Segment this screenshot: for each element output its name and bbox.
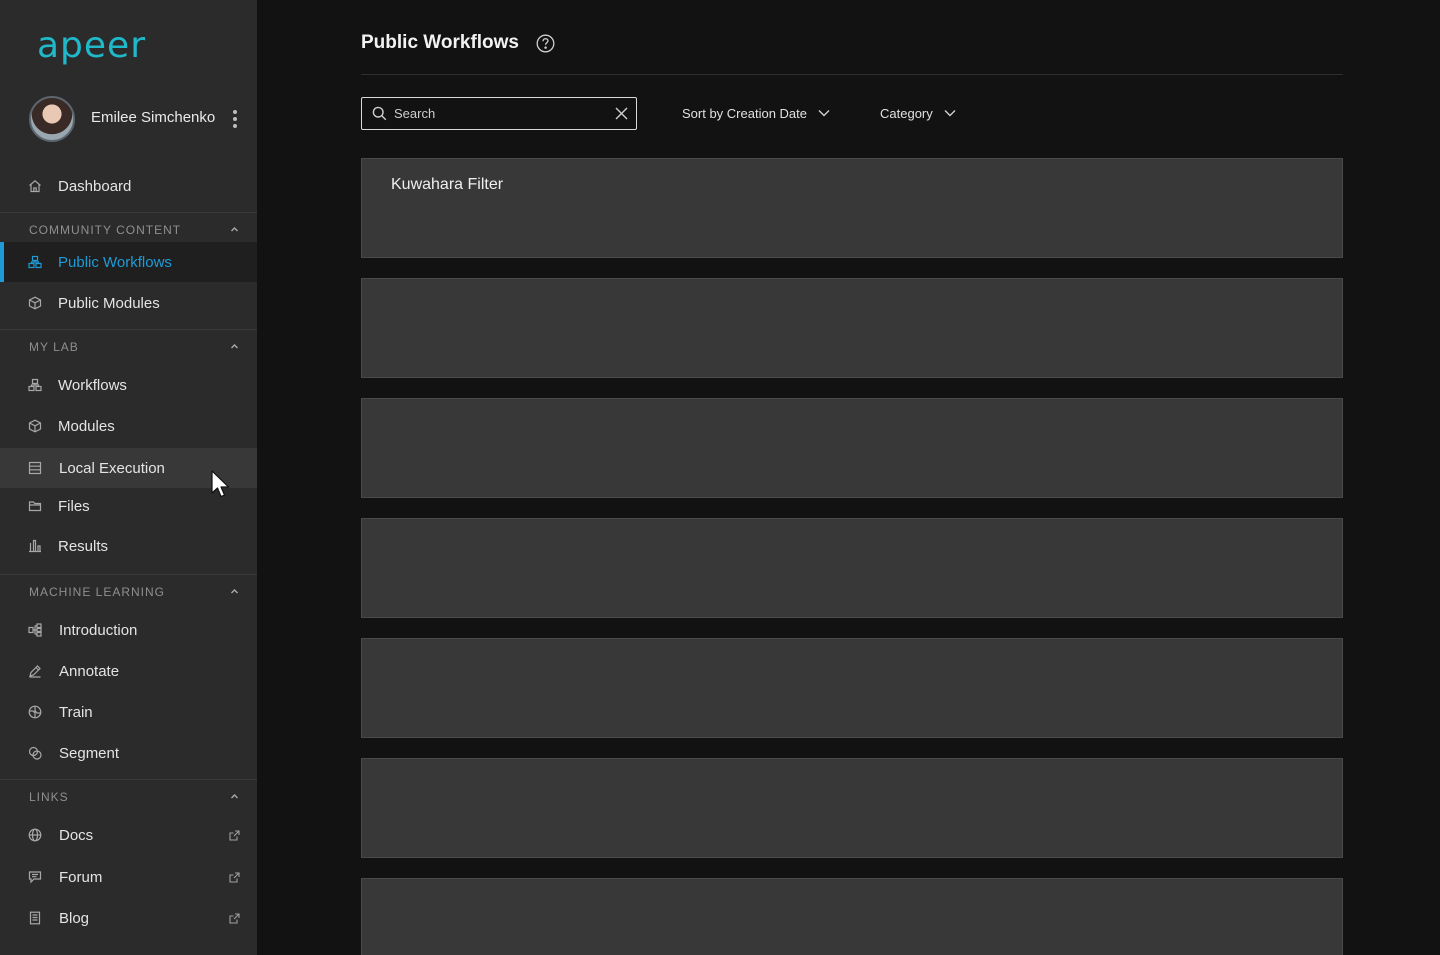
section-community-content[interactable]: COMMUNITY CONTENT bbox=[0, 212, 257, 246]
workflow-icon bbox=[28, 378, 42, 392]
sidebar-item-label: Forum bbox=[59, 868, 103, 886]
chevron-up-icon bbox=[231, 589, 238, 594]
workflow-card[interactable] bbox=[361, 518, 1343, 618]
category-dropdown-label: Category bbox=[880, 105, 933, 121]
server-icon bbox=[28, 461, 42, 475]
segment-icon bbox=[28, 746, 42, 760]
sidebar-item-dashboard[interactable]: Dashboard bbox=[0, 166, 257, 206]
chevron-up-icon bbox=[231, 227, 238, 232]
sidebar-item-annotate[interactable]: Annotate bbox=[0, 651, 257, 691]
search-input[interactable] bbox=[394, 102, 604, 125]
sidebar-item-label: Docs bbox=[59, 826, 94, 844]
section-machine-learning[interactable]: MACHINE LEARNING bbox=[0, 574, 257, 608]
title-divider bbox=[361, 74, 1343, 75]
cube-icon bbox=[28, 419, 42, 433]
section-label: MY LAB bbox=[29, 339, 79, 354]
sidebar-item-segment[interactable]: Segment bbox=[0, 733, 257, 773]
sidebar-item-label: Introduction bbox=[59, 621, 138, 639]
sidebar-item-public-workflows[interactable]: Public Workflows bbox=[0, 242, 257, 282]
sort-dropdown-label: Sort by Creation Date bbox=[682, 105, 808, 121]
close-icon[interactable] bbox=[615, 107, 628, 120]
folder-icon bbox=[28, 501, 42, 512]
sidebar-item-label: Train bbox=[59, 703, 93, 721]
help-icon[interactable] bbox=[536, 34, 555, 53]
search-box[interactable] bbox=[361, 97, 637, 130]
network-icon bbox=[28, 623, 42, 637]
category-dropdown[interactable]: Category bbox=[880, 102, 956, 124]
workflow-card[interactable] bbox=[361, 278, 1343, 378]
chevron-down-icon bbox=[818, 110, 830, 117]
sidebar-item-public-modules[interactable]: Public Modules bbox=[0, 283, 257, 323]
sidebar-item-blog[interactable]: Blog bbox=[0, 898, 257, 938]
workflow-card[interactable] bbox=[361, 398, 1343, 498]
section-my-lab[interactable]: MY LAB bbox=[0, 329, 257, 363]
sidebar-item-label: Public Workflows bbox=[58, 253, 172, 271]
section-label: MACHINE LEARNING bbox=[29, 584, 166, 599]
chat-icon bbox=[28, 871, 42, 884]
pen-icon bbox=[29, 665, 41, 678]
user-profile: Emilee Simchenko bbox=[0, 96, 257, 144]
chevron-up-icon bbox=[231, 344, 238, 349]
sidebar-item-label: Modules bbox=[58, 417, 115, 435]
workflow-icon bbox=[28, 255, 42, 269]
sidebar-item-label: Dashboard bbox=[58, 177, 132, 195]
sidebar-item-label: Workflows bbox=[58, 376, 127, 394]
avatar[interactable] bbox=[29, 96, 75, 142]
sidebar-item-forum[interactable]: Forum bbox=[0, 857, 257, 897]
main-content: Public Workflows Sort by Creation Date C… bbox=[257, 0, 1440, 955]
bar-chart-icon bbox=[29, 539, 41, 553]
workflow-card[interactable]: Kuwahara Filter bbox=[361, 158, 1343, 258]
sort-dropdown[interactable]: Sort by Creation Date bbox=[682, 102, 830, 124]
user-name: Emilee Simchenko bbox=[91, 109, 216, 126]
more-options-icon[interactable] bbox=[229, 110, 241, 130]
external-link-icon bbox=[229, 912, 240, 924]
section-label: LINKS bbox=[29, 789, 69, 804]
sidebar-item-label: Segment bbox=[59, 744, 120, 762]
workflow-card[interactable] bbox=[361, 878, 1343, 955]
cube-icon bbox=[28, 296, 42, 310]
sidebar-item-label: Results bbox=[58, 537, 109, 555]
sidebar-item-modules[interactable]: Modules bbox=[0, 406, 257, 446]
search-icon bbox=[372, 106, 387, 121]
mouse-cursor-icon bbox=[211, 470, 230, 498]
sidebar: apeer Emilee Simchenko Dashboard COMMUNI… bbox=[0, 0, 257, 955]
section-links[interactable]: LINKS bbox=[0, 779, 257, 813]
sidebar-item-label: Annotate bbox=[59, 662, 120, 680]
sidebar-item-label: Blog bbox=[59, 909, 90, 927]
workflow-card[interactable] bbox=[361, 758, 1343, 858]
home-icon bbox=[29, 180, 41, 193]
apeer-logo[interactable]: apeer bbox=[37, 26, 146, 66]
globe-icon bbox=[28, 828, 42, 842]
sidebar-item-train[interactable]: Train bbox=[0, 692, 257, 732]
external-link-icon bbox=[229, 829, 240, 841]
chevron-down-icon bbox=[944, 110, 956, 117]
sidebar-item-label: Files bbox=[58, 497, 90, 515]
sidebar-item-label: Local Execution bbox=[59, 459, 165, 477]
sidebar-item-introduction[interactable]: Introduction bbox=[0, 610, 257, 650]
sidebar-item-workflows[interactable]: Workflows bbox=[0, 365, 257, 405]
workflow-card[interactable] bbox=[361, 638, 1343, 738]
sidebar-item-label: Public Modules bbox=[58, 294, 160, 312]
document-icon bbox=[29, 911, 41, 925]
section-label: COMMUNITY CONTENT bbox=[29, 222, 182, 237]
brain-icon bbox=[28, 705, 42, 719]
page-title: Public Workflows bbox=[361, 32, 520, 53]
workflow-card-title: Kuwahara Filter bbox=[391, 176, 504, 193]
chevron-up-icon bbox=[231, 794, 238, 799]
external-link-icon bbox=[229, 871, 240, 883]
sidebar-item-results[interactable]: Results bbox=[0, 526, 257, 566]
sidebar-item-docs[interactable]: Docs bbox=[0, 815, 257, 855]
